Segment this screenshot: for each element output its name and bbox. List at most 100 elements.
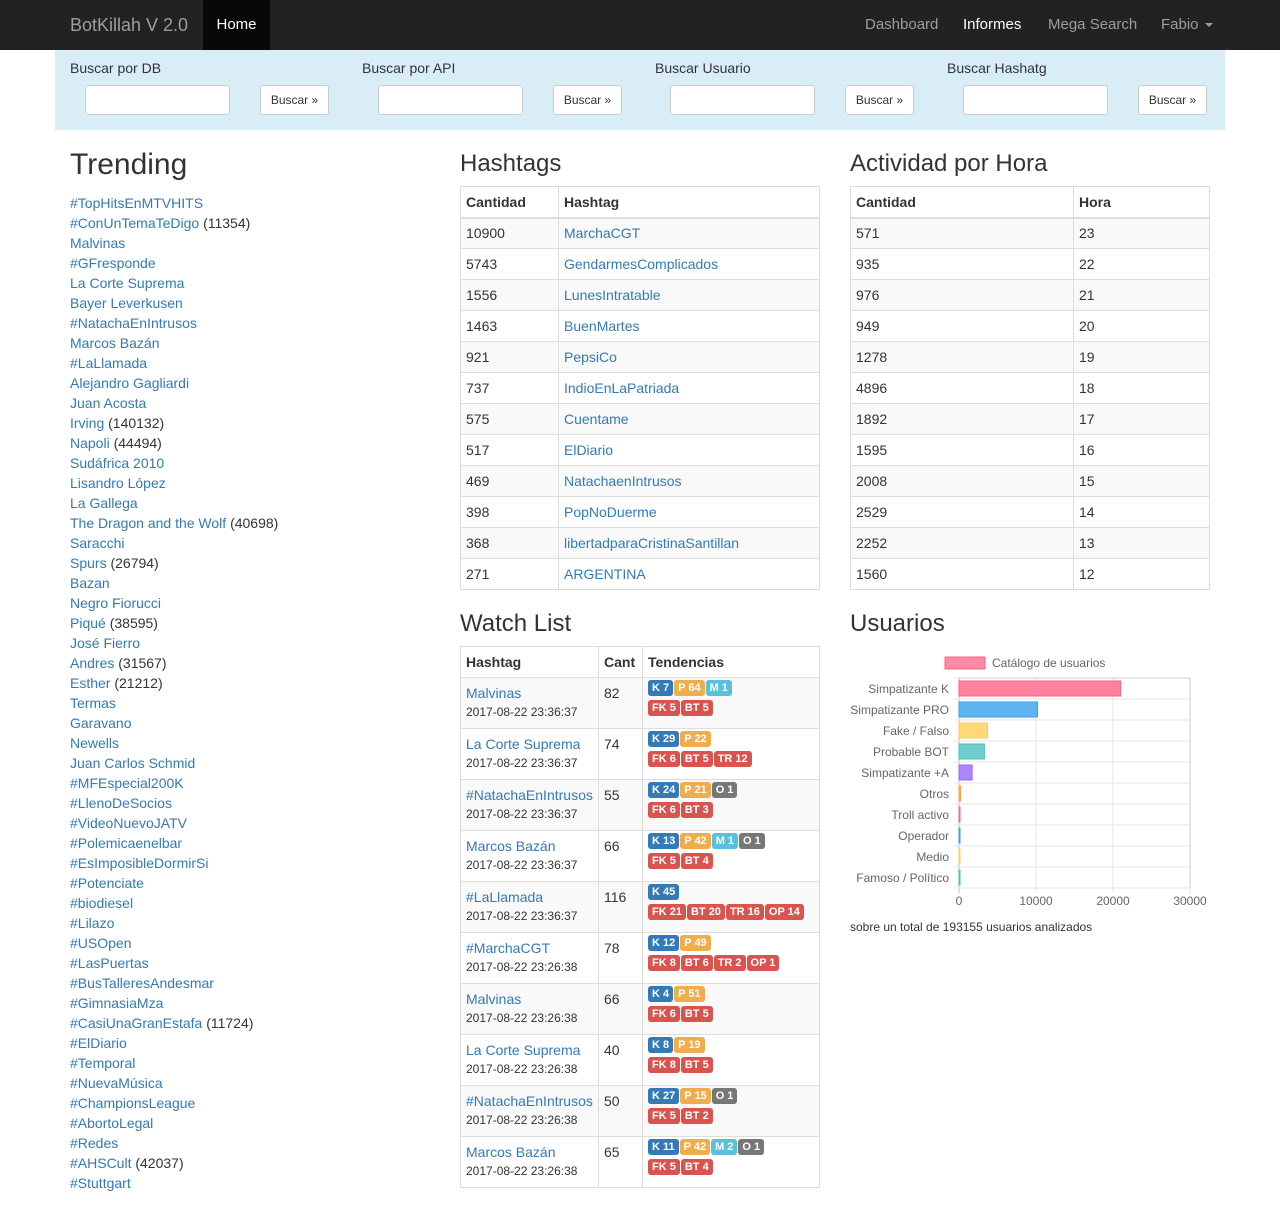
trending-link[interactable]: #Polemicaenelbar	[70, 835, 182, 851]
watch-hashtag-link[interactable]: #NatachaEnIntrusos	[466, 1093, 593, 1109]
hashtag-link[interactable]: ARGENTINA	[564, 566, 646, 582]
hashtag-link[interactable]: GendarmesComplicados	[564, 256, 718, 272]
trending-link[interactable]: Piqué	[70, 615, 106, 631]
trending-link[interactable]: #AHSCult	[70, 1155, 131, 1171]
trending-link[interactable]: Sudáfrica 2010	[70, 455, 164, 471]
trending-link[interactable]: Malvinas	[70, 235, 125, 251]
nav-dashboard[interactable]: Dashboard	[865, 0, 938, 50]
hashtag-link[interactable]: PopNoDuerme	[564, 504, 657, 520]
watch-hashtag-link[interactable]: Malvinas	[466, 685, 521, 701]
tendency-badge: FK 5	[648, 700, 680, 716]
trending-link[interactable]: La Corte Suprema	[70, 275, 184, 291]
x-tick-label: 0	[956, 894, 963, 908]
trending-link[interactable]: #biodiesel	[70, 895, 133, 911]
watch-hashtag-link[interactable]: #NatachaEnIntrusos	[466, 787, 593, 803]
trending-link[interactable]: The Dragon and the Wolf	[70, 515, 226, 531]
trending-link[interactable]: Lisandro López	[70, 475, 166, 491]
watch-hashtag-link[interactable]: Marcos Bazán	[466, 1144, 555, 1160]
trending-link[interactable]: #BusTalleresAndesmar	[70, 975, 214, 991]
trending-link[interactable]: #VideoNuevoJATV	[70, 815, 187, 831]
watch-hashtag-link[interactable]: Marcos Bazán	[466, 838, 555, 854]
trending-link[interactable]: La Gallega	[70, 495, 138, 511]
trending-link[interactable]: Bazan	[70, 575, 110, 591]
search-api-button[interactable]: Buscar »	[553, 85, 622, 115]
hashtag-link[interactable]: BuenMartes	[564, 318, 639, 334]
trending-link[interactable]: Esther	[70, 675, 110, 691]
nav-informes[interactable]: Informes	[963, 0, 1021, 50]
search-api-input[interactable]	[378, 85, 523, 115]
trending-link[interactable]: #NuevaMúsica	[70, 1075, 163, 1091]
search-db-input[interactable]	[85, 85, 230, 115]
trending-link[interactable]: #Redes	[70, 1135, 118, 1151]
search-hashtag-input[interactable]	[963, 85, 1108, 115]
trending-link[interactable]: Saracchi	[70, 535, 124, 551]
trending-link[interactable]: Irving	[70, 415, 104, 431]
trending-link[interactable]: Spurs	[70, 555, 107, 571]
hashtag-link[interactable]: IndioEnLaPatriada	[564, 380, 679, 396]
tendency-badge: TR 2	[713, 955, 746, 971]
trending-link[interactable]: Juan Carlos Schmid	[70, 755, 195, 771]
trending-link[interactable]: Garavano	[70, 715, 131, 731]
trending-link[interactable]: #AbortoLegal	[70, 1115, 153, 1131]
search-hashtag-button[interactable]: Buscar »	[1138, 85, 1207, 115]
trending-link[interactable]: José Fierro	[70, 635, 140, 651]
trending-link[interactable]: Newells	[70, 735, 119, 751]
watch-hashtag-link[interactable]: Malvinas	[466, 991, 521, 1007]
tendency-badge: M 2	[711, 1139, 738, 1155]
trending-link[interactable]: #Temporal	[70, 1055, 135, 1071]
hashtag-link[interactable]: libertadparaCristinaSantillan	[564, 535, 739, 551]
trending-link[interactable]: #Stuttgart	[70, 1175, 131, 1191]
tendency-badge: K 27	[648, 1088, 680, 1104]
search-user-button[interactable]: Buscar »	[845, 85, 914, 115]
table-row: 4896 18	[850, 372, 1210, 404]
trending-link[interactable]: Negro Fiorucci	[70, 595, 161, 611]
trending-link[interactable]: Marcos Bazán	[70, 335, 159, 351]
trending-link[interactable]: #TopHitsEnMTVHITS	[70, 195, 203, 211]
table-row: 271 ARGENTINA	[460, 558, 820, 590]
table-row: 398 PopNoDuerme	[460, 496, 820, 528]
trending-item: Juan Carlos Schmid	[70, 753, 430, 773]
brand-link[interactable]: BotKillah V 2.0	[70, 0, 188, 50]
trending-link[interactable]: #ChampionsLeague	[70, 1095, 195, 1111]
trending-link[interactable]: Alejandro Gagliardi	[70, 375, 189, 391]
trending-link[interactable]: #GimnasiaMza	[70, 995, 163, 1011]
trending-link[interactable]: Bayer Leverkusen	[70, 295, 183, 311]
nav-mega-search[interactable]: Mega Search	[1048, 0, 1137, 50]
tendency-badge: FK 6	[648, 802, 680, 818]
nav-home[interactable]: Home	[203, 0, 270, 50]
trending-link[interactable]: #EsImposibleDormirSi	[70, 855, 208, 871]
watch-hashtag-link[interactable]: La Corte Suprema	[466, 736, 580, 752]
watch-tendencias: K 29 P 22 FK 6 BT 5 TR 12	[642, 728, 820, 780]
trending-link[interactable]: #LlenoDeSocios	[70, 795, 172, 811]
search-user-input[interactable]	[670, 85, 815, 115]
watch-hashtag-cell: La Corte Suprema 2017-08-22 23:26:38	[460, 1034, 599, 1086]
hashtag-link[interactable]: PepsiCo	[564, 349, 617, 365]
trending-link[interactable]: #ElDiario	[70, 1035, 127, 1051]
watch-hashtag-link[interactable]: La Corte Suprema	[466, 1042, 580, 1058]
watch-hashtag-link[interactable]: #MarchaCGT	[466, 940, 550, 956]
trending-link[interactable]: Andres	[70, 655, 114, 671]
y-category-label: Troll activo	[891, 808, 949, 822]
hashtag-link[interactable]: MarchaCGT	[564, 225, 640, 241]
hashtag-link[interactable]: ElDiario	[564, 442, 613, 458]
trending-link[interactable]: #CasiUnaGranEstafa	[70, 1015, 202, 1031]
hashtag-link[interactable]: NatachaenIntrusos	[564, 473, 682, 489]
trending-link[interactable]: #NatachaEnIntrusos	[70, 315, 197, 331]
trending-link[interactable]: Termas	[70, 695, 116, 711]
hashtag-link[interactable]: Cuentame	[564, 411, 629, 427]
search-db-button[interactable]: Buscar »	[260, 85, 329, 115]
trending-link[interactable]: #Potenciate	[70, 875, 144, 891]
trending-link[interactable]: #MFEspecial200K	[70, 775, 184, 791]
trending-link[interactable]: #LaLlamada	[70, 355, 147, 371]
trending-link[interactable]: #LasPuertas	[70, 955, 149, 971]
watch-hashtag-link[interactable]: #LaLlamada	[466, 889, 543, 905]
trending-link[interactable]: #Lilazo	[70, 915, 114, 931]
trending-link[interactable]: Juan Acosta	[70, 395, 146, 411]
trending-link[interactable]: Napoli	[70, 435, 110, 451]
trending-link[interactable]: #ConUnTemaTeDigo	[70, 215, 199, 231]
trending-link[interactable]: #GFresponde	[70, 255, 156, 271]
tendency-badge: M 1	[711, 833, 739, 849]
hashtag-link[interactable]: LunesIntratable	[564, 287, 661, 303]
nav-user-dropdown[interactable]: Fabio	[1161, 0, 1213, 50]
trending-link[interactable]: #USOpen	[70, 935, 131, 951]
